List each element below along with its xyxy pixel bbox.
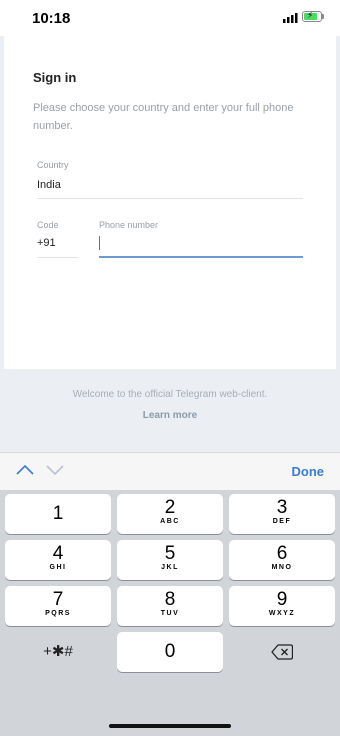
signal-bars-icon — [283, 13, 298, 23]
battery-charging-icon: ⚡ — [302, 10, 322, 22]
signin-card — [4, 36, 336, 369]
numeric-keyboard: 1 2 ABC 3 DEF 4 GHI 5 JKL 6 MNO 7 PQRS 8… — [0, 490, 340, 736]
key-letters: DEF — [272, 518, 292, 525]
key-digit: 7 — [52, 589, 64, 610]
status-bar: 10:18 ⚡ — [0, 0, 340, 36]
key-9[interactable]: 9 WXYZ — [229, 586, 335, 626]
key-8[interactable]: 8 TUV — [117, 586, 223, 626]
key-6[interactable]: 6 MNO — [229, 540, 335, 580]
key-digit: 0 — [164, 641, 176, 662]
keyboard-toolbar: Done — [0, 452, 340, 490]
key-digit: 6 — [276, 543, 288, 564]
key-2[interactable]: 2 ABC — [117, 494, 223, 534]
phone-underline — [99, 256, 303, 258]
key-7[interactable]: 7 PQRS — [5, 586, 111, 626]
country-underline — [37, 198, 303, 199]
page-title: Sign in — [33, 70, 77, 85]
code-underline — [37, 257, 78, 258]
key-digit: 4 — [52, 543, 64, 564]
symbols-label: +✱# — [43, 643, 73, 660]
key-3[interactable]: 3 DEF — [229, 494, 335, 534]
code-label: Code — [37, 220, 59, 230]
key-letters: MNO — [271, 564, 293, 571]
key-letters: JKL — [161, 564, 179, 571]
key-digit: 9 — [276, 589, 288, 610]
key-4[interactable]: 4 GHI — [5, 540, 111, 580]
key-letters: WXYZ — [268, 610, 296, 617]
key-digit: 5 — [164, 543, 176, 564]
key-letters: ABC — [160, 518, 180, 525]
key-letters: PQRS — [45, 610, 71, 617]
learn-more-link[interactable]: Learn more — [0, 410, 340, 421]
signin-description: Please choose your country and enter you… — [33, 102, 294, 132]
phone-input[interactable] — [102, 237, 302, 253]
welcome-text: Welcome to the official Telegram web-cli… — [72, 389, 268, 400]
country-select[interactable]: India — [37, 179, 61, 191]
status-time: 10:18 — [32, 10, 71, 27]
phone-label: Phone number — [99, 220, 159, 230]
country-label: Country — [37, 160, 69, 170]
chevron-down-icon[interactable] — [46, 464, 64, 476]
key-digit: 3 — [276, 497, 288, 518]
key-digit: 2 — [164, 497, 176, 518]
home-indicator[interactable] — [109, 724, 231, 728]
key-1[interactable]: 1 — [5, 494, 111, 534]
key-letters: GHI — [49, 564, 67, 571]
key-5[interactable]: 5 JKL — [117, 540, 223, 580]
key-digit: 1 — [52, 503, 64, 524]
done-button[interactable]: Done — [292, 464, 325, 479]
delete-key[interactable] — [229, 632, 335, 672]
text-caret — [99, 236, 100, 250]
key-0[interactable]: 0 — [117, 632, 223, 672]
key-letters: TUV — [160, 610, 180, 617]
chevron-up-icon[interactable] — [16, 464, 34, 476]
battery-tip — [322, 14, 324, 19]
symbols-key[interactable]: +✱# — [5, 632, 111, 672]
code-input[interactable]: +91 — [37, 237, 56, 249]
key-digit: 8 — [164, 589, 176, 610]
backspace-icon — [271, 644, 294, 660]
